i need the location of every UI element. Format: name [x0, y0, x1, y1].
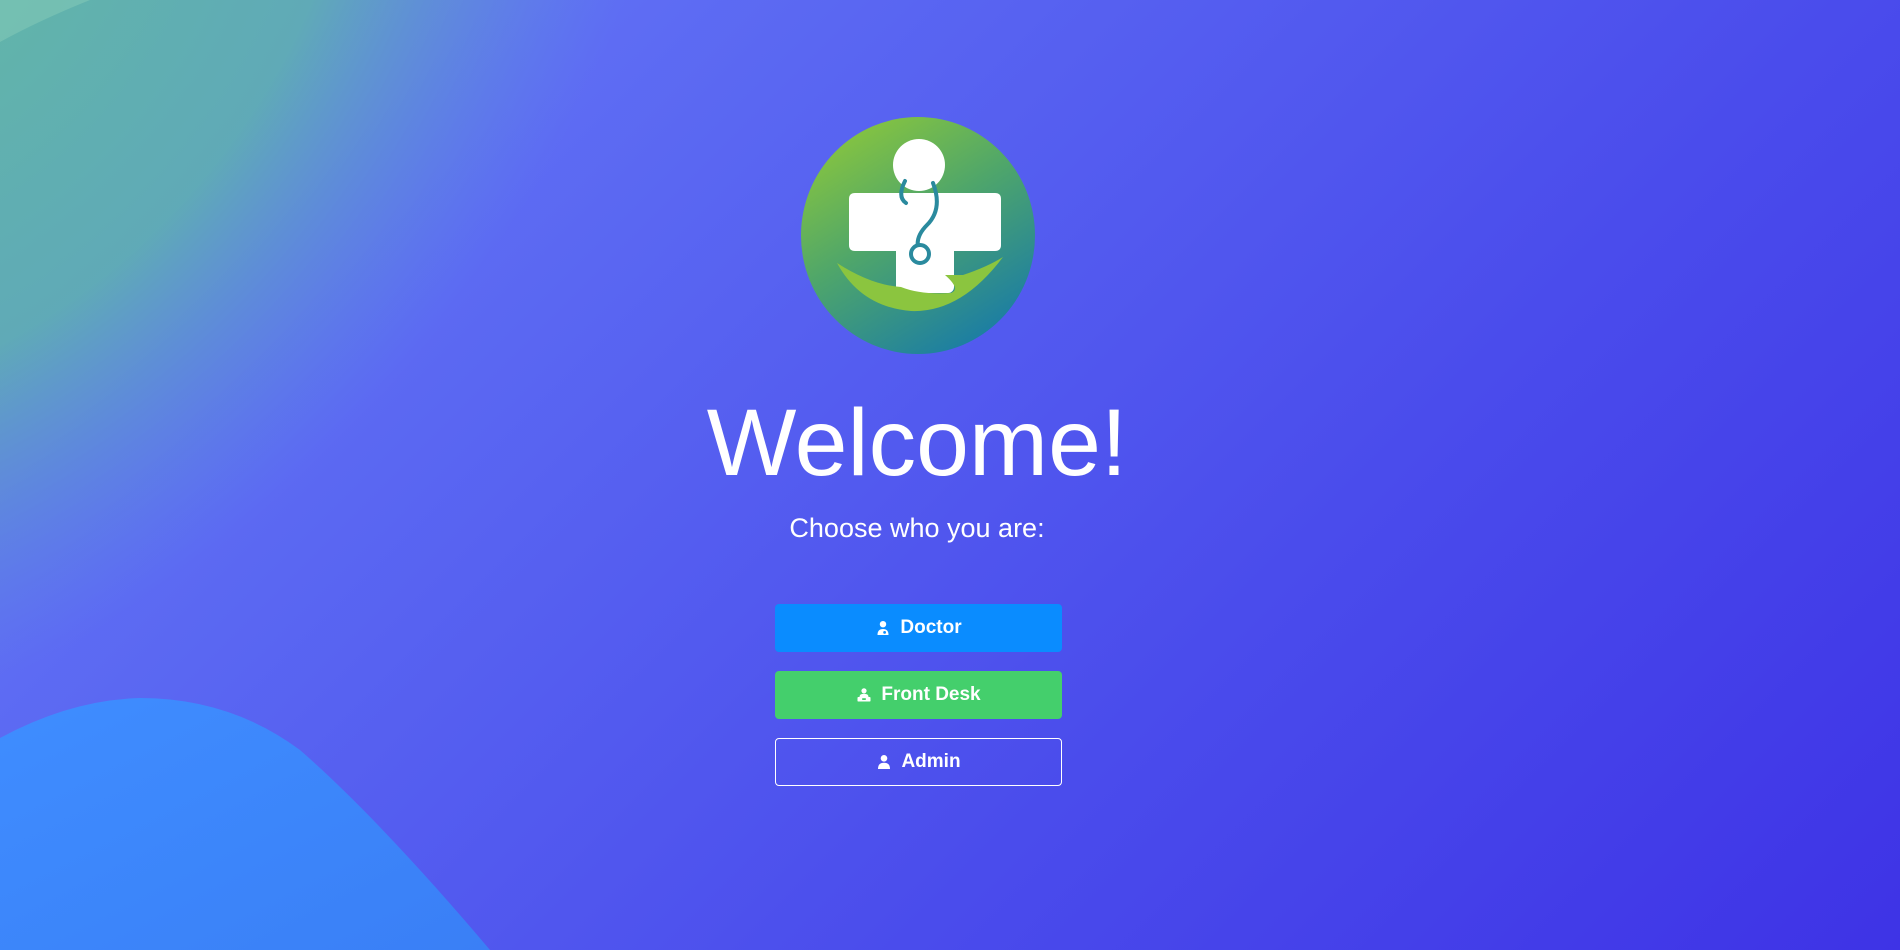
- front-desk-button[interactable]: Front Desk: [775, 671, 1062, 719]
- admin-button-label: Admin: [901, 751, 961, 772]
- admin-button[interactable]: Admin: [775, 738, 1062, 786]
- choose-role-subtitle: Choose who you are:: [789, 513, 1045, 543]
- front-desk-button-label: Front Desk: [881, 684, 981, 705]
- doctor-icon: [875, 620, 891, 636]
- welcome-heading: Welcome!: [706, 390, 1128, 496]
- doctor-button-label: Doctor: [900, 617, 962, 638]
- user-icon: [876, 754, 892, 770]
- medical-care-logo-icon: [801, 117, 1035, 354]
- front-desk-icon: [856, 687, 872, 703]
- doctor-button[interactable]: Doctor: [775, 604, 1062, 652]
- logo: [801, 117, 1035, 354]
